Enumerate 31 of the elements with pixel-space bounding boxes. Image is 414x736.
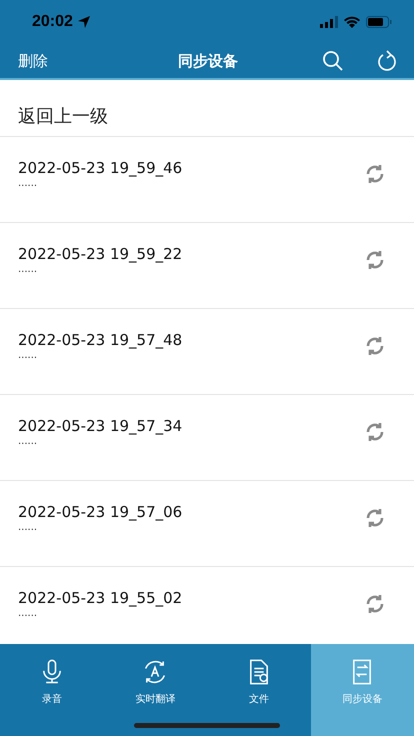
battery-icon (366, 16, 392, 28)
location-icon (76, 15, 91, 29)
signal-icon (320, 16, 338, 28)
sync-icon[interactable] (364, 420, 386, 442)
sync-icon[interactable] (364, 334, 386, 356)
recording-name[interactable]: 2022-05-23 19_57_34 (18, 416, 364, 434)
recording-detail: ...... (18, 436, 38, 446)
recording-detail: ...... (18, 264, 38, 274)
nav-title: 同步设备 (177, 52, 239, 70)
back-link[interactable]: 返回上一级 (0, 80, 414, 137)
recording-detail: ...... (18, 608, 38, 618)
sync-icon[interactable] (364, 248, 386, 270)
recording-detail: ...... (18, 178, 38, 188)
tab-item[interactable]: 实时翻译 (104, 644, 207, 736)
refresh-icon[interactable] (376, 50, 398, 72)
recording-detail: ...... (18, 350, 38, 360)
sync-icon[interactable] (364, 506, 386, 528)
recording-detail: ...... (18, 522, 38, 532)
delete-button[interactable]: 删除 (18, 52, 148, 70)
sync-icon[interactable] (364, 162, 386, 184)
recording-name[interactable]: 2022-05-23 19_59_46 (18, 158, 364, 176)
tab-item[interactable]: 录音 (0, 644, 104, 736)
recording-name[interactable]: 2022-05-23 19_57_06 (18, 502, 364, 520)
wifi-icon (344, 16, 360, 28)
status-time: 20:02 (32, 13, 73, 31)
recording-name[interactable]: 2022-05-23 19_55_02 (18, 588, 364, 606)
recording-name[interactable]: 2022-05-23 19_59_22 (18, 244, 364, 262)
recording-name[interactable]: 2022-05-23 19_57_48 (18, 330, 364, 348)
sync-icon[interactable] (364, 592, 386, 614)
tab-item[interactable]: 文件 (207, 644, 310, 736)
search-icon[interactable] (322, 50, 344, 72)
